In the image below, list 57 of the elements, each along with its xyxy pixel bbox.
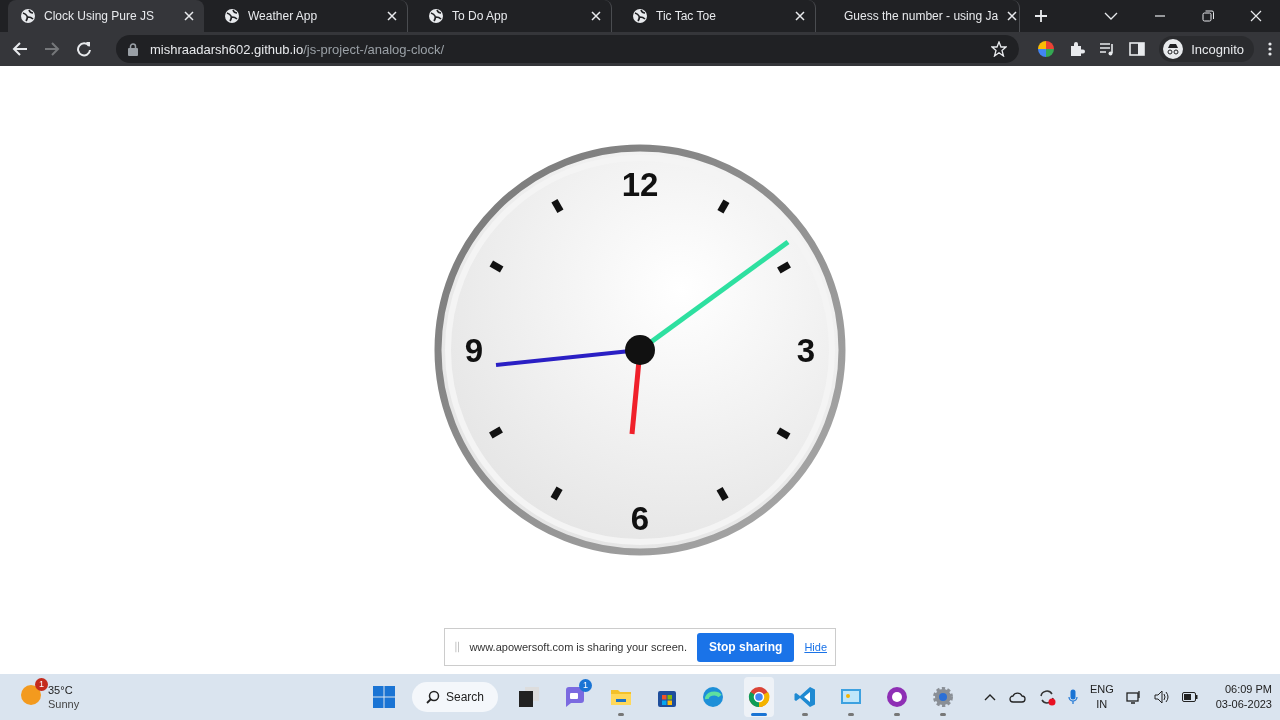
reload-icon[interactable] — [76, 41, 92, 57]
browser-icon[interactable] — [747, 685, 772, 709]
incognito-icon — [1163, 39, 1184, 59]
windows-start-icon[interactable] — [372, 685, 396, 709]
close-icon[interactable] — [1250, 10, 1262, 22]
notification-badge: 1 — [579, 679, 593, 692]
forward-arrow-icon — [44, 41, 60, 57]
globe-icon — [224, 8, 240, 24]
speaker-icon[interactable] — [1153, 690, 1170, 704]
puzzle-icon[interactable] — [1069, 41, 1086, 57]
more-options-icon[interactable] — [1268, 42, 1272, 56]
browser-icon[interactable] — [701, 685, 726, 709]
clock-numeral: 6 — [630, 501, 650, 535]
search-button[interactable]: Search — [412, 682, 499, 712]
clock-numeral: 9 — [464, 333, 484, 367]
new-tab-icon[interactable] — [1034, 9, 1048, 23]
star-icon[interactable] — [991, 41, 1008, 57]
search-icon — [426, 690, 440, 704]
playlist-icon[interactable] — [1099, 41, 1116, 57]
temperature-text: 35°C — [48, 683, 74, 697]
weather-condition: Sunny — [48, 697, 80, 711]
browser-tab[interactable]: Clock Using Pure JS — [8, 0, 204, 32]
battery-icon[interactable] — [1181, 692, 1198, 702]
hide-link[interactable]: Hide — [804, 641, 827, 653]
cloud-icon[interactable] — [1007, 691, 1026, 703]
globe-icon — [632, 8, 648, 24]
notification-badge: 1 — [35, 678, 48, 691]
settings-icon[interactable] — [931, 685, 956, 709]
clock-numeral: 12 — [621, 167, 659, 201]
sync-icon[interactable] — [1037, 688, 1056, 706]
globe-icon — [428, 8, 444, 24]
address-bar[interactable]: mishraadarsh602.github.io/js-project-/analog-clock/ — [116, 35, 1020, 63]
clock-numeral: 3 — [796, 333, 816, 367]
url-text: mishraadarsh602.github.io/js-project-/analog-clock/ — [150, 41, 445, 57]
network-icon[interactable] — [1125, 690, 1142, 704]
chevron-down-icon[interactable] — [1104, 11, 1118, 21]
incognito-profile-button[interactable]: Incognito — [1159, 36, 1254, 62]
close-icon[interactable] — [386, 10, 398, 22]
close-icon[interactable] — [1006, 10, 1019, 22]
share-message: www.apowersoft.com is sharing your screen. — [469, 641, 688, 653]
restore-icon[interactable] — [1202, 10, 1214, 22]
close-icon[interactable] — [590, 10, 602, 22]
chevron-up-icon[interactable] — [983, 693, 996, 701]
task-view-icon[interactable] — [517, 685, 542, 709]
close-icon[interactable] — [794, 10, 806, 22]
microphone-icon[interactable] — [1067, 689, 1078, 705]
language-indicator[interactable]: ENG IN — [1089, 682, 1114, 712]
color-wheel-icon[interactable] — [1037, 40, 1056, 58]
code-editor-icon[interactable] — [793, 685, 818, 709]
globe-icon — [20, 8, 36, 24]
back-arrow-icon[interactable] — [12, 41, 28, 57]
stop-sharing-button[interactable]: Stop sharing — [697, 632, 795, 662]
close-icon[interactable] — [183, 10, 195, 22]
side-panel-icon[interactable] — [1129, 41, 1146, 57]
lock-icon — [128, 42, 138, 56]
drag-handle-icon[interactable] — [455, 641, 460, 653]
system-clock[interactable]: 06:09 PM 03-06-2023 — [1215, 682, 1272, 712]
